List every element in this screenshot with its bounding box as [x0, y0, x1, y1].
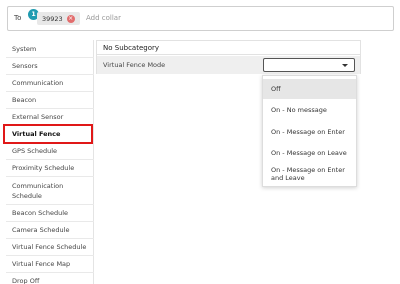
- settings-panel: No Subcategory Virtual Fence Mode: [96, 40, 361, 74]
- collar-chip-label: 39923: [42, 14, 63, 23]
- active-item-highlight: [3, 124, 93, 144]
- mode-dropdown-menu: Off On - No message On - Message on Ente…: [262, 75, 357, 187]
- sidebar-item-beacon[interactable]: Beacon: [6, 92, 94, 109]
- sidebar-item-communication[interactable]: Communication: [6, 75, 94, 92]
- dropdown-option-no-message[interactable]: On - No message: [263, 100, 356, 120]
- settings-category-sidebar: System Sensors Communication Beacon Exte…: [6, 40, 94, 284]
- setting-row: Virtual Fence Mode: [97, 56, 360, 74]
- recipient-field[interactable]: To 1 39923 × Add collar: [7, 6, 394, 31]
- add-collar-input[interactable]: Add collar: [86, 14, 121, 22]
- setting-label: Virtual Fence Mode: [103, 61, 166, 69]
- sidebar-item-drop-off[interactable]: Drop Off: [6, 273, 94, 284]
- remove-chip-icon[interactable]: ×: [66, 14, 75, 23]
- sidebar-item-system[interactable]: System: [6, 40, 94, 58]
- sidebar-item-virtual-fence-schedule[interactable]: Virtual Fence Schedule: [6, 239, 94, 256]
- subcategory-header: No Subcategory: [97, 41, 360, 55]
- sidebar-item-proximity-schedule[interactable]: Proximity Schedule: [6, 160, 94, 177]
- to-label: To: [14, 14, 22, 22]
- virtual-fence-mode-select[interactable]: [263, 58, 355, 72]
- sidebar-item-sensors[interactable]: Sensors: [6, 58, 94, 75]
- dropdown-option-off[interactable]: Off: [263, 79, 356, 99]
- sidebar-item-gps-schedule[interactable]: GPS Schedule: [6, 143, 94, 160]
- sidebar-item-virtual-fence-map[interactable]: Virtual Fence Map: [6, 256, 94, 273]
- collar-chip: 39923 ×: [37, 12, 80, 25]
- chevron-down-icon: [342, 64, 348, 67]
- dropdown-option-message-on-enter-and-leave[interactable]: On - Message on Enter and Leave: [263, 164, 356, 184]
- sidebar-item-camera-schedule[interactable]: Camera Schedule: [6, 222, 94, 239]
- dropdown-option-message-on-leave[interactable]: On - Message on Leave: [263, 143, 356, 163]
- sidebar-item-communication-schedule[interactable]: Communication Schedule: [6, 177, 94, 205]
- sidebar-item-beacon-schedule[interactable]: Beacon Schedule: [6, 205, 94, 222]
- dropdown-option-message-on-enter[interactable]: On - Message on Enter: [263, 122, 356, 142]
